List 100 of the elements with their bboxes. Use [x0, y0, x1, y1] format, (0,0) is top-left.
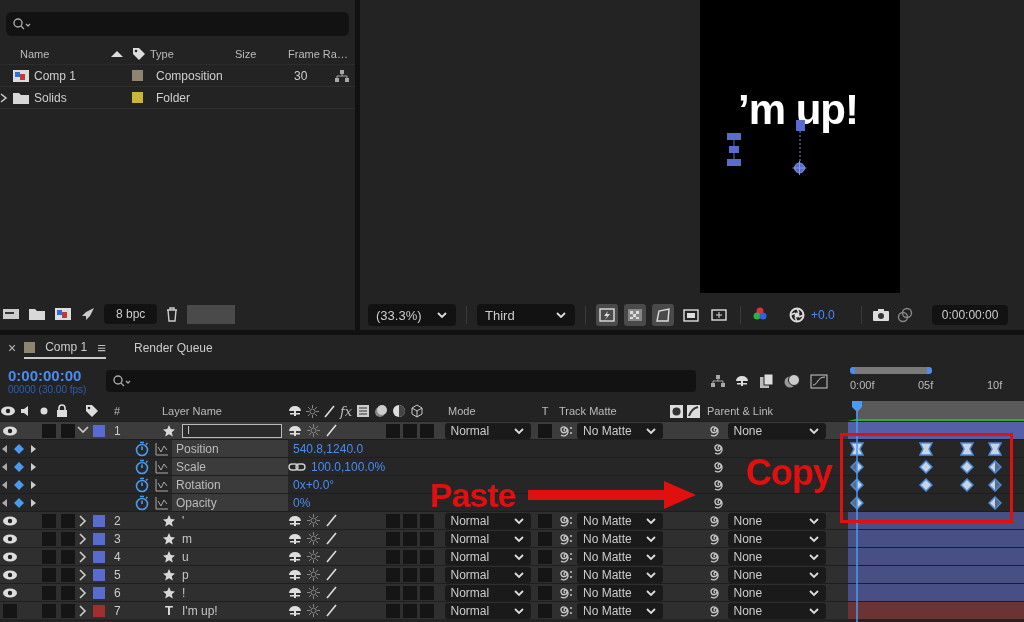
switch-box[interactable] [386, 423, 400, 438]
matte-link-icon[interactable] [557, 513, 573, 528]
parent-dropdown[interactable]: None [727, 422, 826, 439]
keyframe-icon[interactable] [850, 478, 864, 492]
pick-whip-icon[interactable] [708, 567, 722, 582]
blend-mode-dropdown[interactable]: Normal [444, 584, 531, 601]
parent-dropdown[interactable]: None [727, 566, 826, 583]
graph-icon[interactable] [155, 459, 169, 474]
keyframe-icon[interactable] [988, 478, 1002, 492]
keyframe-icon[interactable] [988, 460, 1002, 474]
switch-box[interactable] [420, 513, 434, 528]
switch-box[interactable] [403, 603, 417, 618]
label-swatch[interactable] [93, 532, 105, 545]
pick-whip-icon[interactable] [712, 495, 726, 510]
switch-box[interactable] [386, 585, 400, 600]
label-swatch[interactable] [93, 550, 105, 563]
view-toggle[interactable] [652, 304, 674, 326]
solo-icon[interactable] [40, 407, 48, 415]
switch-box[interactable] [420, 603, 434, 618]
frame-blend-icon[interactable] [758, 373, 774, 389]
search-icon[interactable] [12, 17, 32, 31]
new-composition-icon[interactable] [54, 307, 72, 321]
track-matte-dropdown[interactable]: No Matte [577, 512, 663, 529]
parent-dropdown[interactable]: None [727, 530, 826, 547]
search-icon[interactable] [112, 374, 132, 388]
column-header[interactable]: # [108, 405, 160, 417]
slash-icon[interactable] [325, 514, 338, 527]
motion-blur-icon[interactable] [783, 373, 801, 389]
search-field[interactable] [106, 370, 696, 392]
blend-mode-dropdown[interactable]: Normal [444, 548, 531, 565]
pick-whip-icon[interactable] [708, 549, 722, 564]
sun-icon[interactable] [307, 568, 320, 581]
property-value[interactable]: 100.0,100.0% [311, 459, 386, 474]
pick-whip-icon[interactable] [708, 603, 722, 618]
pick-whip-icon[interactable] [708, 531, 722, 546]
slash-icon[interactable] [325, 424, 338, 437]
matte-link-icon[interactable] [557, 585, 573, 600]
keyframe-icon[interactable] [850, 496, 864, 510]
next-keyframe-icon[interactable] [30, 497, 38, 508]
parent-dropdown[interactable]: None [727, 512, 826, 529]
label-swatch[interactable] [93, 514, 105, 527]
panel-tab[interactable]: Comp 1 ≡ [24, 337, 106, 359]
shy-icon[interactable] [288, 514, 302, 527]
solo-toggle[interactable] [42, 513, 56, 528]
layer-row[interactable]: 1 I Normal No Matte None [0, 421, 848, 439]
lock-toggle[interactable] [61, 603, 75, 618]
slash-icon[interactable] [325, 586, 338, 599]
column-header[interactable]: Type [150, 48, 235, 60]
solo-toggle[interactable] [42, 423, 56, 438]
visibility-toggle[interactable] [3, 603, 17, 618]
label-swatch[interactable] [93, 586, 105, 599]
column-header[interactable]: Parent & Link [705, 405, 774, 417]
graph-icon[interactable] [155, 495, 169, 510]
layer-row[interactable]: 5 p Normal No Matte None [0, 565, 848, 583]
lock-toggle[interactable] [61, 513, 75, 528]
panel-menu-icon[interactable]: ≡ [97, 338, 106, 356]
keyframe-diamond-icon[interactable] [13, 442, 25, 455]
resolution-dropdown[interactable]: Third [477, 304, 575, 326]
keyframe-icon[interactable] [850, 460, 864, 474]
pick-whip-icon[interactable] [712, 477, 726, 492]
interpret-footage-icon[interactable] [2, 308, 20, 320]
lock-icon[interactable] [56, 404, 68, 418]
flowchart-icon[interactable] [710, 374, 726, 388]
previous-keyframe-icon[interactable] [0, 479, 8, 490]
column-header[interactable]: Mode [440, 405, 535, 417]
shy-icon[interactable] [288, 604, 302, 617]
layer-row[interactable]: 4 u Normal No Matte None [0, 547, 848, 565]
project-item[interactable]: Comp 1 Composition 30 [0, 65, 354, 87]
eye-icon[interactable] [0, 405, 16, 417]
eye-icon[interactable] [2, 514, 18, 527]
close-icon[interactable]: × [8, 340, 17, 356]
sun-icon[interactable] [307, 604, 320, 617]
exposure-icon[interactable] [789, 307, 805, 323]
switch-box[interactable] [420, 549, 434, 564]
solo-toggle[interactable] [42, 585, 56, 600]
effects-switch-icon[interactable]: fx [340, 403, 353, 419]
property-value[interactable]: 540.8,1240.0 [293, 441, 364, 456]
shy-icon[interactable] [288, 586, 302, 599]
switch-box[interactable] [403, 423, 417, 438]
folder-icon[interactable] [28, 307, 46, 321]
layer-row[interactable]: 6 ! Normal No Matte None [0, 583, 848, 601]
column-header[interactable]: Frame Ra… [288, 48, 355, 60]
shy-icon[interactable] [288, 532, 302, 545]
solo-toggle[interactable] [42, 567, 56, 582]
switch-box[interactable] [420, 567, 434, 582]
blend-mode-dropdown[interactable]: Normal [444, 530, 531, 547]
matte-link-icon[interactable] [557, 603, 573, 618]
pick-whip-icon[interactable] [712, 459, 726, 474]
switch-box[interactable] [403, 567, 417, 582]
bit-depth-button[interactable]: 8 bpc [104, 304, 158, 324]
keyframe-diamond-icon[interactable] [13, 478, 25, 491]
switch-box[interactable] [386, 603, 400, 618]
next-keyframe-icon[interactable] [30, 443, 38, 454]
label-swatch[interactable] [93, 424, 105, 437]
solo-toggle[interactable] [42, 603, 56, 618]
graph-icon[interactable] [155, 441, 169, 456]
column-header[interactable]: Layer Name [160, 405, 222, 417]
eye-icon[interactable] [2, 586, 18, 599]
column-header[interactable]: T [535, 405, 555, 417]
previous-keyframe-icon[interactable] [0, 497, 8, 508]
